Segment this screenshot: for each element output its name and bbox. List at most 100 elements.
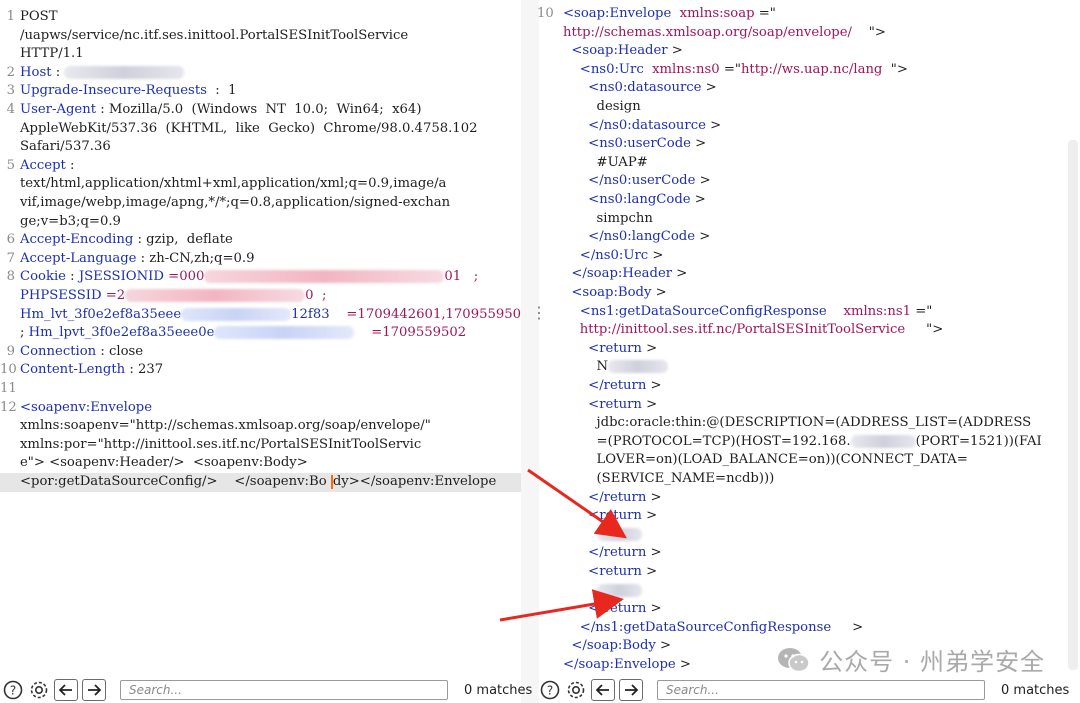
redacted-value — [204, 270, 445, 284]
code-token: =000 — [163, 269, 205, 285]
code-line[interactable]: PHPSESSID =2 0 ; — [0, 287, 521, 306]
code-line[interactable]: Hm_lvt_3f0e2ef8a35eee 12f83 =1709442601,1… — [0, 306, 521, 325]
code-line[interactable]: <ns0:langCode > — [537, 191, 1065, 210]
code-line[interactable]: N — [537, 358, 1065, 377]
line-content: </ns0:langCode > — [563, 228, 710, 247]
code-line[interactable]: <ns0:userCode > — [537, 135, 1065, 154]
code-line[interactable]: xmlns:soapenv="http://schemas.xmlsoap.or… — [0, 417, 521, 436]
line-content: <ns0:langCode > — [563, 191, 706, 210]
line-content: </return > — [563, 600, 661, 619]
line-content: </soap:Body > — [563, 637, 671, 656]
response-viewer[interactable]: 10 <soap:Envelope xmlns:soap =" http://sch… — [537, 0, 1065, 677]
code-line[interactable]: HTTP/1.1 — [0, 45, 521, 64]
code-line[interactable]: 3 Upgrade-Insecure-Requests : 1 — [0, 82, 521, 101]
line-content: <return > — [563, 507, 657, 526]
code-line[interactable]: http://inittool.ses.itf.nc/PortalSESInit… — [537, 321, 1065, 340]
line-content: jdbc:oracle:thin:@(DESCRIPTION=(ADDRESS_… — [563, 414, 1032, 433]
line-content: User-Agent : Mozilla/5.0 (Windows NT 10.… — [20, 101, 421, 120]
arrow-right-icon[interactable] — [619, 679, 643, 701]
code-line[interactable]: <return > — [537, 507, 1065, 526]
code-line[interactable]: jdbc:oracle:thin:@(DESCRIPTION=(ADDRESS_… — [537, 414, 1065, 433]
code-token: > — [655, 638, 672, 654]
code-token: Connection — [20, 343, 97, 359]
code-line[interactable]: e"> <soapenv:Header/> <soapenv:Body> — [0, 454, 521, 473]
code-line[interactable]: </ns1:getDataSourceConfigResponse > — [537, 619, 1065, 638]
code-line[interactable]: /uapws/service/nc.itf.ses.inittool.Porta… — [0, 27, 521, 46]
request-editor[interactable]: 1 POST/uapws/service/nc.itf.ses.inittool.… — [0, 0, 521, 677]
code-line[interactable]: 12 <soapenv:Envelope — [0, 399, 521, 418]
search-input[interactable]: Search... — [657, 680, 985, 700]
code-line[interactable]: <soap:Header > — [537, 42, 1065, 61]
code-line[interactable]: 2 Host : — [0, 64, 521, 83]
code-line[interactable]: ge;v=b3;q=0.9 — [0, 213, 521, 232]
code-line[interactable]: 8 Cookie : JSESSIONID =000 01 ; — [0, 268, 521, 287]
response-footer: ? Search... 0 matches — [539, 677, 1069, 703]
code-line[interactable]: 11 — [0, 380, 521, 399]
code-line[interactable]: #UAP# — [537, 154, 1065, 173]
code-token: (PORT=1521))(FAI — [915, 433, 1042, 449]
code-line[interactable]: 9 Connection : close — [0, 343, 521, 362]
code-token: Safari/537.36 — [20, 139, 111, 155]
code-line[interactable]: <ns0:datasource > — [537, 79, 1065, 98]
code-line[interactable]: 7 Accept-Language : zh-CN,zh;q=0.9 — [0, 250, 521, 269]
help-icon[interactable]: ? — [2, 679, 24, 701]
search-input[interactable]: Search... — [120, 680, 448, 700]
code-token: > — [672, 266, 688, 282]
line-content: <soap:Body > — [563, 284, 666, 303]
code-line[interactable]: =(PROTOCOL=TCP)(HOST=192.168. (PORT=1521)… — [537, 433, 1065, 452]
arrow-right-icon[interactable] — [82, 679, 106, 701]
code-line[interactable]: <ns1:getDataSourceConfigResponse xmlns:n… — [537, 303, 1065, 322]
code-line[interactable]: </ns0:langCode > — [537, 228, 1065, 247]
code-line[interactable]: simpchn — [537, 210, 1065, 229]
code-line[interactable]: AppleWebKit/537.36 (KHTML, like Gecko) C… — [0, 120, 521, 139]
line-number: 3 — [6, 83, 15, 99]
line-content: <ns0:datasource > — [563, 79, 717, 98]
code-line[interactable]: text/html,application/xhtml+xml,applicat… — [0, 175, 521, 194]
code-line[interactable]: 5 Accept : — [0, 157, 521, 176]
response-scrollbar[interactable] — [1068, 140, 1078, 670]
code-line[interactable]: <return > — [537, 340, 1065, 359]
settings-icon[interactable] — [565, 679, 587, 701]
code-line[interactable]: </return > — [537, 377, 1065, 396]
code-line[interactable]: LOVER=on)(LOAD_BALANCE=on))(CONNECT_DATA… — [537, 451, 1065, 470]
code-line[interactable] — [537, 526, 1065, 545]
code-token: > — [641, 564, 658, 579]
code-line[interactable]: </ns0:Urc > — [537, 247, 1065, 266]
code-line[interactable]: xmlns:por="http://inittool.ses.itf.nc/Po… — [0, 436, 521, 455]
code-line[interactable]: (SERVICE_NAME=ncdb))) — [537, 470, 1065, 489]
code-line[interactable]: <por:getDataSourceConfig/> </soapenv:Bo … — [0, 473, 521, 492]
code-line[interactable]: Safari/537.36 — [0, 138, 521, 157]
code-line[interactable]: <return > — [537, 396, 1065, 415]
arrow-left-icon[interactable] — [591, 679, 615, 701]
code-token: /uapws/service/nc.itf.ses.inittool.Porta… — [20, 27, 409, 43]
code-line[interactable]: 10 <soap:Envelope xmlns:soap =" — [537, 5, 1065, 24]
code-token: > — [831, 619, 864, 635]
code-token: </return — [563, 378, 647, 393]
code-line[interactable]: ; Hm_lpvt_3f0e2ef8a35eee0e =1709559502 — [0, 324, 521, 343]
help-icon[interactable]: ? — [539, 679, 561, 701]
code-line[interactable]: http://schemas.xmlsoap.org/soap/envelope… — [537, 24, 1065, 43]
code-line[interactable]: 6 Accept-Encoding : gzip, deflate — [0, 231, 521, 250]
line-content: HTTP/1.1 — [20, 45, 84, 64]
code-line[interactable]: </return > — [537, 489, 1065, 508]
code-line[interactable]: 10 Content-Length : 237 — [0, 361, 521, 380]
more-vertical-icon[interactable]: ⋮ — [1073, 305, 1080, 321]
code-line[interactable]: </return > — [537, 600, 1065, 619]
line-content: </return > — [563, 544, 661, 563]
code-line[interactable]: <soap:Body > — [537, 284, 1065, 303]
code-line[interactable]: </ns0:datasource > — [537, 117, 1065, 136]
code-line[interactable]: </soap:Header > — [537, 265, 1065, 284]
line-content: Content-Length : 237 — [20, 361, 163, 380]
code-line[interactable]: 4 User-Agent : Mozilla/5.0 (Windows NT 10… — [0, 101, 521, 120]
settings-icon[interactable] — [28, 679, 50, 701]
code-line[interactable]: <return > — [537, 563, 1065, 582]
code-line[interactable]: 1 POST — [0, 8, 521, 27]
code-line[interactable] — [537, 582, 1065, 601]
code-token: Accept — [20, 157, 66, 173]
code-line[interactable]: design — [537, 98, 1065, 117]
code-line[interactable]: </ns0:userCode > — [537, 172, 1065, 191]
code-line[interactable]: <ns0:Urc xmlns:ns0 ="http://ws.uap.nc/la… — [537, 61, 1065, 80]
code-line[interactable]: vif,image/webp,image/apng,*/*;q=0.8,appl… — [0, 194, 521, 213]
code-line[interactable]: </return > — [537, 544, 1065, 563]
arrow-left-icon[interactable] — [54, 679, 78, 701]
